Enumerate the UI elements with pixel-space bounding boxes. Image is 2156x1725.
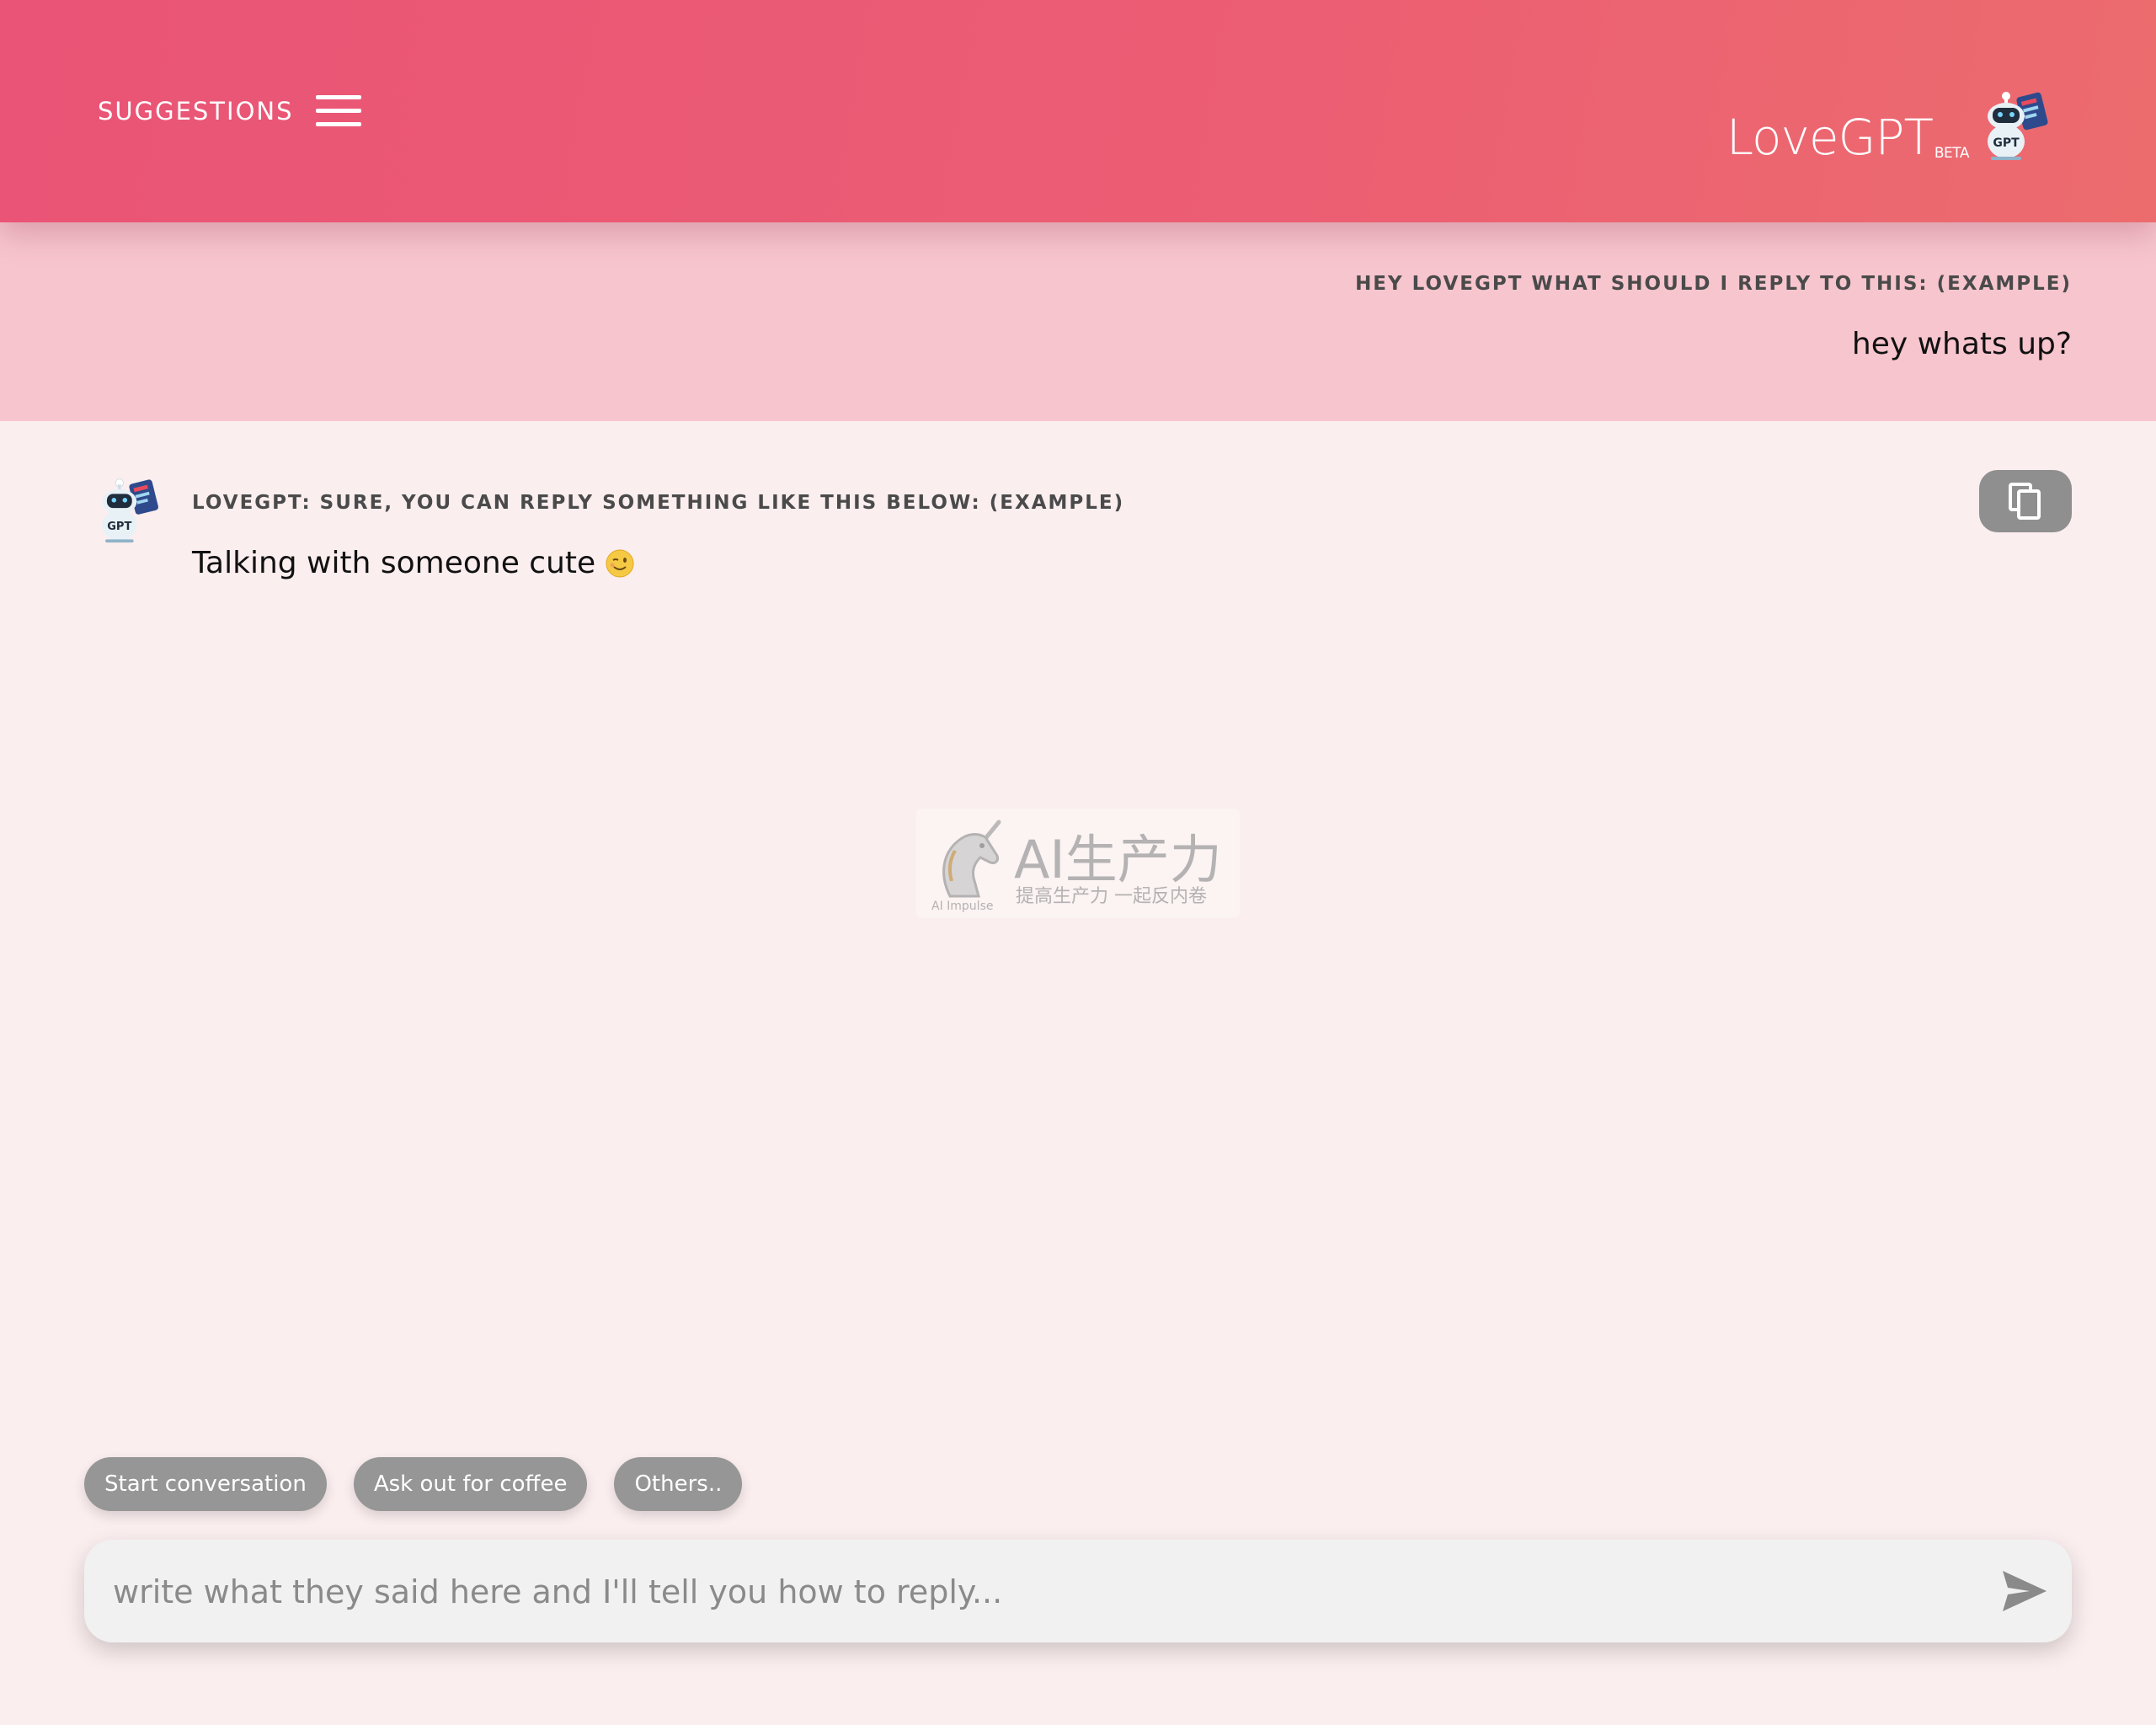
user-prompt-heading: HEY LOVEGPT WHAT SHOULD I REPLY TO THIS:…: [1355, 273, 2072, 295]
bot-avatar-label: GPT: [107, 521, 131, 533]
unicorn-horse-icon: [942, 820, 1001, 898]
suggestion-chips: Start conversation Ask out for coffee Ot…: [84, 1457, 743, 1511]
watermark-subtitle: 提高生产力 一起反内卷: [1016, 886, 1207, 907]
user-prompt-section: HEY LOVEGPT WHAT SHOULD I REPLY TO THIS:…: [0, 222, 2156, 421]
watermark-caption: AI Impulse: [931, 900, 994, 913]
bot-reply-text: Talking with someone cute: [192, 546, 596, 580]
suggestions-label: SUGGESTIONS: [98, 97, 294, 126]
chip-ask-out-for-coffee[interactable]: Ask out for coffee: [353, 1457, 588, 1511]
message-input[interactable]: [111, 1540, 1967, 1644]
brand-beta-tag: BETA: [1934, 145, 1970, 162]
brand-logo: LoveGPT BETA GPT: [1726, 81, 2052, 162]
bot-avatar: GPT: [102, 478, 158, 543]
robot-logo-icon: GPT: [1988, 92, 2048, 160]
send-icon[interactable]: [1999, 1567, 2050, 1615]
user-prompt-message: hey whats up?: [1851, 327, 2072, 361]
copy-button[interactable]: [1979, 470, 2072, 532]
wink-emoji-icon: [606, 549, 634, 577]
brand-name: LoveGPT: [1726, 109, 1934, 166]
suggestions-menu-button[interactable]: SUGGESTIONS: [98, 81, 361, 142]
chip-others[interactable]: Others..: [614, 1457, 743, 1511]
robot-logo-label: GPT: [1993, 136, 2020, 150]
bot-reply-heading: LOVEGPT: SURE, YOU CAN REPLY SOMETHING L…: [192, 492, 1125, 514]
bot-reply-message: Talking with someone cute: [192, 546, 634, 580]
copy-icon: [2009, 483, 2041, 520]
watermark: AI生产力 提高生产力 一起反内卷 AI Impulse: [916, 809, 1240, 918]
hamburger-icon: [315, 95, 361, 127]
app-header: SUGGESTIONS LoveGPT BETA GPT: [0, 0, 2156, 222]
chip-start-conversation[interactable]: Start conversation: [84, 1457, 327, 1511]
message-composer: [84, 1540, 2072, 1644]
